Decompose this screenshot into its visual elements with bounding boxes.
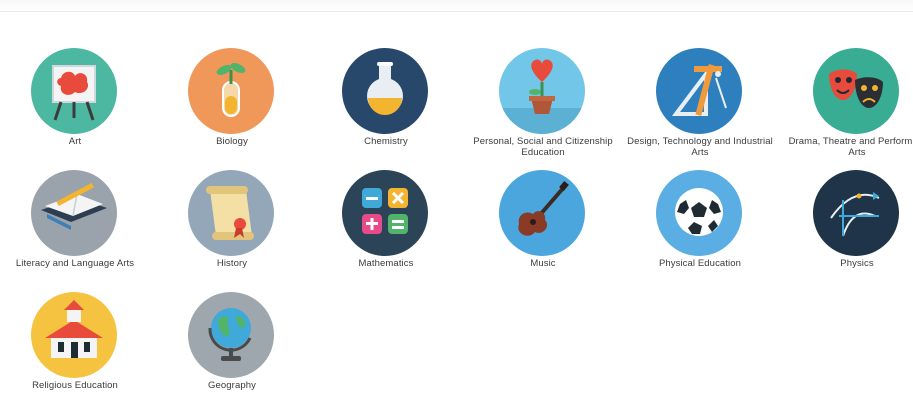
subject-tile-physics[interactable]: Physics	[782, 170, 913, 290]
calculator-icon	[342, 170, 428, 256]
book-pencil-icon	[31, 170, 117, 256]
subject-tile-drama[interactable]: Drama, Theatre and Performing Arts	[782, 48, 913, 168]
potted-heart-icon	[499, 48, 585, 134]
scroll-icon	[188, 170, 274, 256]
subject-label: Art	[68, 136, 82, 147]
temple-icon	[31, 292, 117, 378]
subject-tile-pshe[interactable]: Personal, Social and Citizenship Educati…	[468, 48, 618, 168]
subject-tile-chemistry[interactable]: Chemistry	[311, 48, 461, 168]
subject-tile-physical-education[interactable]: Physical Education	[625, 170, 775, 290]
subject-tile-art[interactable]: Art	[0, 48, 150, 168]
subject-label: Mathematics	[358, 258, 414, 269]
guitar-icon	[499, 170, 585, 256]
subject-label: Literacy and Language Arts	[15, 258, 135, 269]
subject-tile-history[interactable]: History	[157, 170, 307, 290]
subject-label: Geography	[208, 380, 256, 391]
subject-label: History	[216, 258, 248, 269]
soccer-ball-icon	[656, 170, 742, 256]
subject-tile-literacy[interactable]: Literacy and Language Arts	[0, 170, 150, 290]
subject-label: Biology	[216, 136, 248, 147]
subject-tile-music[interactable]: Music	[468, 170, 618, 290]
subject-label: Design, Technology and Industrial Arts	[627, 136, 773, 158]
subject-tile-geography[interactable]: Geography	[157, 292, 307, 412]
subject-label: Chemistry	[364, 136, 408, 147]
subject-tile-design-technology[interactable]: Design, Technology and Industrial Arts	[625, 48, 775, 168]
subject-tile-religious-education[interactable]: Religious Education	[0, 292, 150, 412]
subject-label: Music	[530, 258, 556, 269]
theatre-masks-icon	[813, 48, 899, 134]
subject-label: Physics	[840, 258, 874, 269]
subject-label: Personal, Social and Citizenship Educati…	[473, 136, 613, 158]
globe-icon	[188, 292, 274, 378]
subject-label: Religious Education	[32, 380, 118, 391]
flask-icon	[342, 48, 428, 134]
subject-grid: Art Biology Chemistry Personal, Social a…	[0, 0, 913, 391]
subject-label: Physical Education	[658, 258, 742, 269]
trajectory-icon	[813, 170, 899, 256]
subject-tile-biology[interactable]: Biology	[157, 48, 307, 168]
art-easel-icon	[31, 48, 117, 134]
plant-test-tube-icon	[188, 48, 274, 134]
subject-label: Drama, Theatre and Performing Arts	[788, 136, 913, 158]
subject-tile-mathematics[interactable]: Mathematics	[311, 170, 461, 290]
drafting-tools-icon	[656, 48, 742, 134]
